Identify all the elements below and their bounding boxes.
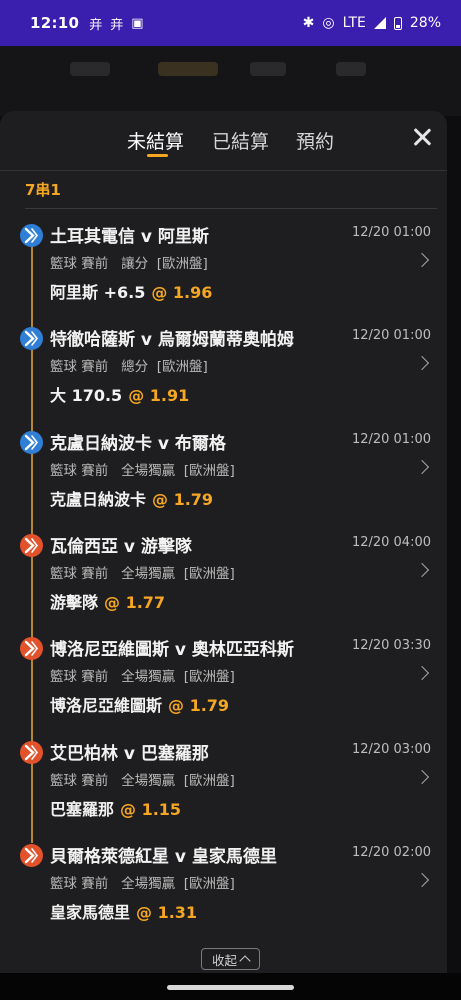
hotspot-icon: ◎ bbox=[322, 15, 335, 31]
sim-icon: ▣ bbox=[131, 15, 144, 31]
divider bbox=[0, 170, 447, 171]
bet-records-sheet: 未結算 已結算 預約 7串1 土耳其電信 v 阿里斯 12/20 01:00 籃球 … bbox=[0, 111, 447, 973]
match-time: 12/20 03:00 bbox=[351, 741, 431, 757]
tab-settled[interactable]: 已結算 bbox=[212, 127, 269, 154]
selection-label: 博洛尼亞維圖斯 bbox=[50, 696, 163, 716]
match-title: 博洛尼亞維圖斯 v 奧林匹亞科斯 bbox=[50, 640, 294, 661]
match-time: 12/20 01:00 bbox=[351, 225, 431, 240]
basketball-euroleague-icon bbox=[20, 843, 43, 867]
bet-selection: 大 170.5 @ 1.91 bbox=[50, 382, 189, 406]
basketball-euroleague-icon bbox=[20, 327, 43, 351]
collapse-button[interactable]: 收起 bbox=[201, 948, 260, 970]
bet-leg-row[interactable]: 貝爾格萊德紅星 v 皇家馬德里 12/20 02:00 籃球 賽前 全場獨贏 [歐洲… bbox=[0, 843, 447, 947]
bet-leg-row[interactable]: 特徹哈薩斯 v 烏爾姆蘭蒂奧帕姆 12/20 01:00 籃球 賽前 總分 [歐洲盤… bbox=[0, 327, 447, 430]
bet-market-info: 籃球 賽前 全場獨贏 [歐洲盤] bbox=[50, 772, 235, 789]
home-gesture-handle[interactable] bbox=[167, 985, 294, 990]
bluetooth-icon: ✱ bbox=[302, 15, 315, 31]
basketball-euroleague-icon bbox=[20, 224, 43, 247]
match-time: 12/20 01:00 bbox=[351, 431, 431, 447]
bet-selection: 巴塞羅那 @ 1.15 bbox=[50, 796, 181, 820]
bet-selection: 皇家馬德里 @ 1.31 bbox=[50, 899, 197, 923]
basketball-euroleague-icon bbox=[20, 430, 43, 454]
background-app-item bbox=[70, 62, 110, 76]
tab-bar: 未結算 已結算 預約 bbox=[0, 111, 447, 171]
selection-odds: @ 1.15 bbox=[120, 799, 182, 819]
battery-icon bbox=[393, 16, 402, 30]
bet-leg-row[interactable]: 克盧日納波卡 v 布爾格 12/20 01:00 籃球 賽前 全場獨贏 [歐洲盤] 克… bbox=[0, 430, 447, 534]
bet-selection: 阿里斯 +6.5 @ 1.96 bbox=[50, 279, 212, 303]
battery-level: 28% bbox=[409, 15, 441, 31]
selection-label: 阿里斯 +6.5 bbox=[50, 283, 146, 302]
system-nav-bar bbox=[0, 973, 461, 1000]
match-title: 土耳其電信 v 阿里斯 bbox=[50, 227, 209, 247]
notification-icon: 竎 bbox=[110, 17, 124, 33]
match-time: 12/20 02:00 bbox=[351, 844, 431, 860]
bet-selection: 博洛尼亞維圖斯 @ 1.79 bbox=[50, 692, 229, 716]
selection-label: 克盧日納波卡 bbox=[50, 489, 147, 509]
bet-market-info: 籃球 賽前 全場獨贏 [歐洲盤] bbox=[50, 462, 235, 479]
network-type: LTE bbox=[342, 15, 366, 31]
active-tab-indicator bbox=[147, 154, 168, 157]
background-app-item bbox=[158, 62, 218, 76]
selection-label: 巴塞羅那 bbox=[50, 799, 115, 819]
tab-unsettled[interactable]: 未結算 bbox=[127, 127, 184, 154]
selection-odds: @ 1.96 bbox=[151, 283, 213, 302]
tab-reserved[interactable]: 預約 bbox=[296, 127, 334, 154]
notification-icon: 竎 bbox=[89, 17, 103, 33]
chevron-right-icon[interactable] bbox=[414, 562, 430, 577]
selection-odds: @ 1.79 bbox=[152, 489, 214, 509]
bet-market-info: 籃球 賽前 讓分 [歐洲盤] bbox=[50, 256, 208, 272]
background-app-item bbox=[336, 62, 366, 76]
match-time: 12/20 01:00 bbox=[351, 328, 431, 344]
bet-market-info: 籃球 賽前 全場獨贏 [歐洲盤] bbox=[50, 669, 235, 686]
status-right: ✱ ◎ LTE 28% bbox=[303, 15, 441, 31]
match-title: 克盧日納波卡 v 布爾格 bbox=[50, 433, 226, 454]
match-title: 貝爾格萊德紅星 v 皇家馬德里 bbox=[50, 846, 277, 867]
status-bar: 12:10 竎 竎 ▣ ✱ ◎ LTE 28% bbox=[0, 0, 461, 46]
basketball-euroleague-icon bbox=[20, 533, 43, 557]
bet-leg-row[interactable]: 博洛尼亞維圖斯 v 奧林匹亞科斯 12/20 03:30 籃球 賽前 全場獨贏 [歐… bbox=[0, 637, 447, 740]
signal-icon bbox=[373, 17, 386, 29]
selection-odds: @ 1.79 bbox=[168, 696, 230, 716]
selection-odds: @ 1.77 bbox=[104, 592, 166, 612]
match-title: 特徹哈薩斯 v 烏爾姆蘭蒂奧帕姆 bbox=[50, 330, 294, 351]
bet-selection: 克盧日納波卡 @ 1.79 bbox=[50, 486, 213, 510]
chevron-right-icon[interactable] bbox=[414, 356, 430, 371]
chevron-right-icon[interactable] bbox=[414, 459, 430, 474]
bet-market-info: 籃球 賽前 全場獨贏 [歐洲盤] bbox=[50, 875, 235, 892]
chevron-right-icon[interactable] bbox=[414, 872, 430, 887]
bet-market-info: 籃球 賽前 總分 [歐洲盤] bbox=[50, 359, 208, 376]
background-app bbox=[0, 46, 461, 116]
divider bbox=[25, 208, 437, 209]
selection-label: 皇家馬德里 bbox=[50, 902, 131, 922]
chevron-right-icon[interactable] bbox=[414, 252, 430, 268]
basketball-euroleague-icon bbox=[20, 637, 43, 661]
chevron-up-icon bbox=[239, 955, 251, 967]
bet-leg-row[interactable]: 瓦倫西亞 v 游擊隊 12/20 04:00 籃球 賽前 全場獨贏 [歐洲盤] 游擊隊… bbox=[0, 533, 447, 637]
chevron-right-icon[interactable] bbox=[414, 769, 430, 784]
selection-odds: @ 1.91 bbox=[128, 386, 190, 406]
collapse-label: 收起 bbox=[211, 952, 237, 968]
selection-label: 游擊隊 bbox=[50, 592, 99, 612]
background-app-item bbox=[250, 62, 286, 76]
status-time: 12:10 bbox=[30, 14, 80, 32]
match-time: 12/20 04:00 bbox=[351, 534, 431, 550]
match-title: 艾巴柏林 v 巴塞羅那 bbox=[50, 743, 209, 764]
match-time: 12/20 03:30 bbox=[351, 638, 431, 654]
match-title: 瓦倫西亞 v 游擊隊 bbox=[50, 536, 192, 557]
bet-market-info: 籃球 賽前 全場獨贏 [歐洲盤] bbox=[50, 565, 235, 582]
parlay-type: 7串1 bbox=[25, 181, 61, 199]
selection-odds: @ 1.31 bbox=[136, 902, 198, 922]
bet-leg-row[interactable]: 艾巴柏林 v 巴塞羅那 12/20 03:00 籃球 賽前 全場獨贏 [歐洲盤] 巴塞… bbox=[0, 740, 447, 844]
basketball-euroleague-icon bbox=[20, 740, 43, 764]
bet-selection: 游擊隊 @ 1.77 bbox=[50, 589, 165, 613]
close-icon[interactable] bbox=[410, 125, 434, 149]
selection-label: 大 170.5 bbox=[50, 386, 123, 406]
chevron-right-icon[interactable] bbox=[414, 666, 430, 681]
bet-leg-row[interactable]: 土耳其電信 v 阿里斯 12/20 01:00 籃球 賽前 讓分 [歐洲盤] 阿里斯 … bbox=[0, 224, 447, 327]
